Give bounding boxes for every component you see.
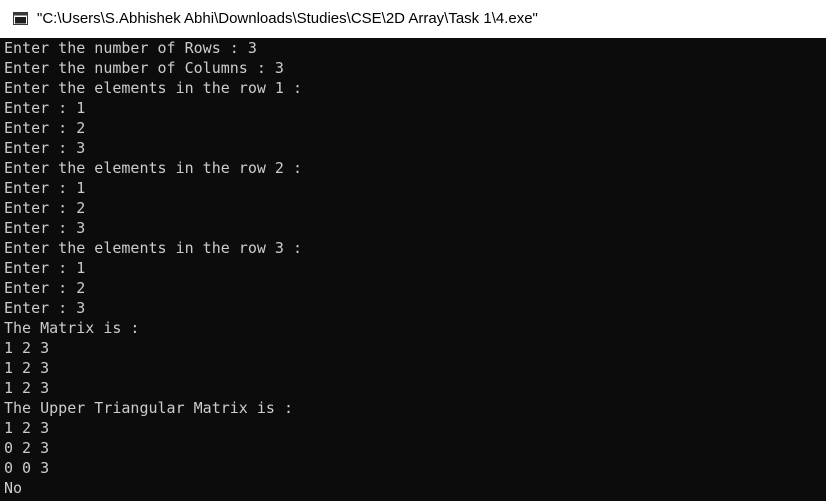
console-output[interactable]: Enter the number of Rows : 3 Enter the nu… [0,38,826,501]
console-line: The Upper Triangular Matrix is : [4,399,293,417]
console-line: The Matrix is : [4,319,140,337]
console-line: Enter : 3 [4,139,86,157]
console-line: Enter the elements in the row 1 : [4,79,303,97]
console-line: Enter the elements in the row 2 : [4,159,303,177]
console-line: 0 2 3 [4,439,50,457]
console-window-icon [13,12,28,25]
console-line: 1 2 3 [4,339,50,357]
title-bar[interactable]: "C:\Users\S.Abhishek Abhi\Downloads\Stud… [0,0,826,38]
console-line: Enter : 2 [4,279,86,297]
console-line: No [4,479,23,497]
console-line: Enter the number of Rows : 3 [4,39,257,57]
console-line: 1 2 3 [4,419,50,437]
window-title: "C:\Users\S.Abhishek Abhi\Downloads\Stud… [37,10,538,27]
console-line: Enter the elements in the row 3 : [4,239,303,257]
console-line: Enter : 1 [4,179,86,197]
console-line: 0 0 3 [4,459,50,477]
console-line: Enter the number of Columns : 3 [4,59,284,77]
console-line: Enter : 3 [4,299,86,317]
console-line: Enter : 1 [4,99,86,117]
console-line: Enter : 2 [4,199,86,217]
console-line: Enter : 3 [4,219,86,237]
console-window: "C:\Users\S.Abhishek Abhi\Downloads\Stud… [0,0,826,501]
console-line: 1 2 3 [4,379,50,397]
console-lines: Enter the number of Rows : 3 Enter the nu… [0,38,826,498]
console-line: Enter : 1 [4,259,86,277]
console-line: 1 2 3 [4,359,50,377]
console-line: Enter : 2 [4,119,86,137]
